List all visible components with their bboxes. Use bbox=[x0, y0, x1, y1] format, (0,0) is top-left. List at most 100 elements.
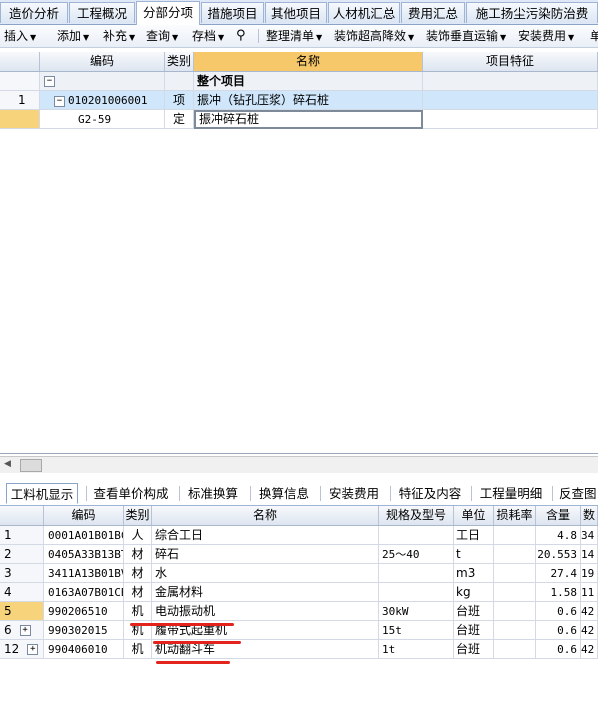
unit-cell[interactable]: 工日 bbox=[454, 526, 494, 545]
code-cell[interactable]: G2-59 bbox=[40, 110, 165, 129]
code-cell[interactable]: 990206510 bbox=[44, 602, 124, 621]
table-row[interactable]: 12 +990406010 机机动翻斗车 1t 台班 0.6 42 bbox=[0, 640, 598, 659]
insert-button[interactable]: 插入 ▼ bbox=[4, 28, 36, 44]
name-cell[interactable]: 电动振动机 bbox=[152, 602, 379, 621]
quantity-cell[interactable]: 0.6 bbox=[536, 602, 581, 621]
tab-quantity-detail[interactable]: 工程量明细 bbox=[478, 484, 544, 503]
unit-cell[interactable]: t bbox=[454, 545, 494, 564]
quantity-cell[interactable]: 1.58 bbox=[536, 583, 581, 602]
tab-reverse-lookup[interactable]: 反查图 bbox=[559, 484, 598, 503]
table-row[interactable]: 6 +990302015 机履带式起重机 15t 台班 0.6 42 bbox=[0, 621, 598, 640]
unit-cell[interactable]: m3 bbox=[454, 564, 494, 583]
code-cell[interactable]: 0405A33B13BT bbox=[44, 545, 124, 564]
add-button[interactable]: 添加 ▼ bbox=[57, 28, 89, 44]
loss-rate-cell[interactable] bbox=[494, 564, 536, 583]
tab-cost-analysis[interactable]: 造价分析 bbox=[0, 2, 68, 23]
binoculars-icon[interactable]: ⚲ bbox=[236, 28, 246, 44]
spec-cell[interactable] bbox=[379, 526, 454, 545]
table-row[interactable]: − 整个项目 bbox=[0, 72, 598, 91]
tab-cost-summary[interactable]: 费用汇总 bbox=[401, 2, 465, 23]
code-cell[interactable]: 990302015 bbox=[44, 621, 124, 640]
feature-header[interactable]: 项目特征 bbox=[423, 52, 598, 71]
feature-cell[interactable] bbox=[423, 110, 598, 129]
amount-header[interactable]: 数 bbox=[581, 506, 598, 525]
code-cell[interactable]: −010201006001 bbox=[40, 91, 165, 110]
spec-cell[interactable] bbox=[379, 564, 454, 583]
quantity-cell[interactable]: 27.4 bbox=[536, 564, 581, 583]
name-cell[interactable]: 金属材料 bbox=[152, 583, 379, 602]
loss-rate-cell[interactable] bbox=[494, 583, 536, 602]
tab-unit-price[interactable]: 查看单价构成 bbox=[93, 484, 169, 503]
table-row[interactable]: G2-59 定 振冲碎石桩 bbox=[0, 110, 598, 129]
table-row[interactable]: 2 0405A33B13BT 材碎石 25～40 t 20.553 14 bbox=[0, 545, 598, 564]
table-row[interactable]: 1 −010201006001 项 振冲（钻孔压浆）碎石桩 bbox=[0, 91, 598, 110]
organize-list-button[interactable]: 整理清单 ▼ bbox=[266, 28, 322, 44]
type-header[interactable]: 类别 bbox=[124, 506, 152, 525]
spec-cell[interactable] bbox=[379, 583, 454, 602]
collapse-icon[interactable]: − bbox=[44, 76, 55, 87]
table-row[interactable]: 5 990206510 机电动振动机 30kW 台班 0.6 42 bbox=[0, 602, 598, 621]
install-fee-button[interactable]: 安装费用 ▼ bbox=[518, 28, 574, 44]
table-row[interactable]: 4 0163A07B01CB 材金属材料 kg 1.58 11 bbox=[0, 583, 598, 602]
name-cell[interactable]: 振冲（钻孔压浆）碎石桩 bbox=[194, 91, 423, 110]
more-button[interactable]: 单 bbox=[590, 28, 598, 44]
spec-cell[interactable]: 15t bbox=[379, 621, 454, 640]
archive-button[interactable]: 存档 ▼ bbox=[192, 28, 224, 44]
decoration-vertical-transport-button[interactable]: 装饰垂直运输 ▼ bbox=[426, 28, 506, 44]
spec-header[interactable]: 规格及型号 bbox=[379, 506, 454, 525]
code-cell[interactable]: 0001A01B01BC bbox=[44, 526, 124, 545]
quantity-cell[interactable]: 0.6 bbox=[536, 640, 581, 659]
unit-cell[interactable]: 台班 bbox=[454, 640, 494, 659]
loss-rate-cell[interactable] bbox=[494, 602, 536, 621]
tab-labor-material-summary[interactable]: 人材机汇总 bbox=[328, 2, 400, 23]
tab-sub-items[interactable]: 分部分项 bbox=[136, 1, 200, 25]
tab-features[interactable]: 特征及内容 bbox=[397, 484, 463, 503]
query-button[interactable]: 查询 ▼ bbox=[146, 28, 178, 44]
expand-icon[interactable]: + bbox=[27, 644, 39, 655]
horizontal-scrollbar[interactable]: ◀ bbox=[0, 456, 598, 473]
name-input[interactable]: 振冲碎石桩 bbox=[194, 110, 423, 129]
spec-cell[interactable]: 30kW bbox=[379, 602, 454, 621]
name-cell[interactable]: 水 bbox=[152, 564, 379, 583]
feature-cell[interactable] bbox=[423, 91, 598, 110]
decoration-height-button[interactable]: 装饰超高降效 ▼ bbox=[334, 28, 414, 44]
code-cell[interactable]: 990406010 bbox=[44, 640, 124, 659]
quantity-cell[interactable]: 4.8 bbox=[536, 526, 581, 545]
loss-rate-header[interactable]: 损耗率 bbox=[494, 506, 536, 525]
expand-icon[interactable]: + bbox=[19, 625, 31, 636]
unit-cell[interactable]: kg bbox=[454, 583, 494, 602]
unit-cell[interactable]: 台班 bbox=[454, 602, 494, 621]
code-header[interactable]: 编码 bbox=[40, 52, 165, 71]
tab-other-items[interactable]: 其他项目 bbox=[265, 2, 327, 23]
tab-project-overview[interactable]: 工程概况 bbox=[69, 2, 135, 23]
spec-cell[interactable]: 1t bbox=[379, 640, 454, 659]
name-header[interactable]: 名称 bbox=[152, 506, 379, 525]
spec-cell[interactable]: 25～40 bbox=[379, 545, 454, 564]
tab-dust-pollution-fee[interactable]: 施工扬尘污染防治费 bbox=[466, 2, 598, 23]
loss-rate-cell[interactable] bbox=[494, 640, 536, 659]
quantity-cell[interactable]: 20.553 bbox=[536, 545, 581, 564]
loss-rate-cell[interactable] bbox=[494, 621, 536, 640]
type-header[interactable]: 类别 bbox=[165, 52, 194, 71]
table-row[interactable]: 1 0001A01B01BC 人综合工日 工日 4.8 34 bbox=[0, 526, 598, 545]
collapse-icon[interactable]: − bbox=[54, 95, 65, 107]
name-cell[interactable]: 综合工日 bbox=[152, 526, 379, 545]
tab-conversion-info[interactable]: 换算信息 bbox=[257, 484, 311, 503]
code-cell[interactable]: 3411A13B01BV bbox=[44, 564, 124, 583]
loss-rate-cell[interactable] bbox=[494, 526, 536, 545]
code-cell[interactable]: 0163A07B01CB bbox=[44, 583, 124, 602]
quantity-cell[interactable]: 0.6 bbox=[536, 621, 581, 640]
tab-measures[interactable]: 措施项目 bbox=[201, 2, 264, 23]
tab-install-fee[interactable]: 安装费用 bbox=[327, 484, 381, 503]
scroll-thumb[interactable] bbox=[20, 459, 42, 472]
tab-material-display[interactable]: 工料机显示 bbox=[6, 483, 78, 504]
code-header[interactable]: 编码 bbox=[44, 506, 124, 525]
unit-cell[interactable]: 台班 bbox=[454, 621, 494, 640]
table-row[interactable]: 3 3411A13B01BV 材水 m3 27.4 19 bbox=[0, 564, 598, 583]
name-cell[interactable]: 碎石 bbox=[152, 545, 379, 564]
tab-standard-conversion[interactable]: 标准换算 bbox=[186, 484, 240, 503]
collapse-toggle[interactable]: − bbox=[40, 72, 165, 91]
loss-rate-cell[interactable] bbox=[494, 545, 536, 564]
name-header[interactable]: 名称 bbox=[194, 52, 423, 71]
scroll-left-icon[interactable]: ◀ bbox=[4, 459, 11, 469]
